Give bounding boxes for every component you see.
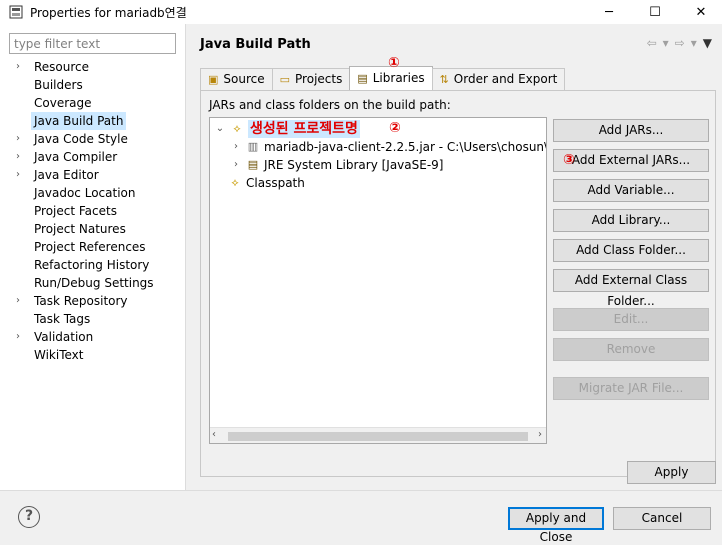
scrollbar-thumb[interactable] [228, 432, 528, 441]
scroll-right-icon[interactable]: › [538, 429, 542, 440]
eclipse-app-icon [9, 5, 23, 19]
tab-order-and-export[interactable]: ⇅ Order and Export [431, 68, 566, 90]
add-library-button[interactable]: Add Library... [553, 209, 709, 232]
back-dropdown-icon[interactable]: ▾ [663, 36, 669, 50]
expand-arrow-icon[interactable]: › [16, 148, 20, 166]
add-class-folder-button[interactable]: Add Class Folder... [553, 239, 709, 262]
library-entry-label: JRE System Library [JavaSE-9] [264, 158, 444, 172]
library-entry-row[interactable]: › ▤ JRE System Library [JavaSE-9] [230, 156, 443, 174]
filter-input[interactable] [9, 33, 176, 54]
sidebar-item-java-compiler[interactable]: › Java Compiler [0, 148, 186, 166]
close-icon: ✕ [695, 4, 707, 20]
project-name-label: 생성된 프로젝트명 [248, 120, 360, 138]
maximize-icon: ☐ [649, 4, 661, 20]
classpath-label: Classpath [246, 176, 305, 190]
libraries-icon: ▤ [357, 72, 368, 85]
classpath-row[interactable]: ⟡ Classpath [228, 174, 305, 192]
expand-arrow-icon[interactable]: › [16, 292, 20, 310]
sidebar-item-builders[interactable]: Builders [0, 76, 186, 94]
tab-projects[interactable]: ▭ Projects [271, 68, 351, 90]
cancel-button[interactable]: Cancel [613, 507, 711, 530]
sidebar-item-project-natures[interactable]: Project Natures [0, 220, 186, 238]
forward-arrow-icon[interactable]: ⇨ [675, 36, 685, 50]
library-entry-label: mariadb-java-client-2.2.5.jar - C:\Users… [264, 140, 547, 154]
sidebar-item-run-debug-settings[interactable]: Run/Debug Settings [0, 274, 186, 292]
project-row[interactable]: ⌄ ⟡ 생성된 프로젝트명 [214, 120, 360, 138]
horizontal-scrollbar[interactable]: ‹ › [210, 427, 546, 443]
sidebar-item-validation[interactable]: › Validation [0, 328, 186, 346]
add-variable-button[interactable]: Add Variable... [553, 179, 709, 202]
migrate-jar-button[interactable]: Migrate JAR File... [553, 377, 709, 400]
sidebar-item-task-tags[interactable]: Task Tags [0, 310, 186, 328]
maximize-button[interactable]: ☐ [632, 0, 678, 24]
sidebar-item-task-repository[interactable]: › Task Repository [0, 292, 186, 310]
minimize-button[interactable]: ─ [586, 0, 632, 24]
java-build-path-page: Java Build Path ⇦ ▾ ⇨ ▾ ▼ ▣ Source ▭ Proje… [187, 24, 722, 490]
classpath-icon: ⟡ [231, 176, 239, 189]
expand-arrow-icon[interactable]: › [230, 138, 242, 156]
view-menu-icon[interactable]: ▼ [703, 36, 712, 50]
add-external-class-folder-button[interactable]: Add External Class Folder... [553, 269, 709, 308]
page-title: Java Build Path [200, 37, 311, 52]
source-folder-icon: ▣ [208, 73, 219, 86]
properties-navigation-pane: ›Resource Builders Coverage Java Build P… [0, 24, 186, 490]
apply-and-close-button[interactable]: Apply and Close [508, 507, 604, 544]
help-icon[interactable]: ? [18, 506, 40, 528]
sidebar-item-java-build-path[interactable]: Java Build Path [0, 112, 186, 130]
forward-dropdown-icon[interactable]: ▾ [691, 36, 697, 50]
title-bar: Properties for mariadb연결 ─ ☐ ✕ [0, 0, 722, 24]
expand-arrow-icon[interactable]: › [16, 130, 20, 148]
libraries-caption: JARs and class folders on the build path… [209, 98, 451, 112]
jre-library-icon: ▤ [247, 158, 259, 171]
sidebar-item-resource[interactable]: › Resource [0, 58, 186, 76]
add-jars-button[interactable]: Add JARs... [553, 119, 709, 142]
window-title: Properties for mariadb연결 [30, 5, 187, 20]
sidebar-item-project-facets[interactable]: Project Facets [0, 202, 186, 220]
annotation-marker-1: ① [388, 55, 400, 71]
back-arrow-icon[interactable]: ⇦ [647, 36, 657, 50]
sidebar-item-coverage[interactable]: Coverage [0, 94, 186, 112]
close-button[interactable]: ✕ [678, 0, 722, 24]
order-export-icon: ⇅ [439, 73, 449, 86]
page-navigation: ⇦ ▾ ⇨ ▾ ▼ [647, 36, 712, 50]
sidebar-item-wikitext[interactable]: WikiText [0, 346, 186, 364]
scroll-left-icon[interactable]: ‹ [212, 429, 216, 440]
projects-folder-icon: ▭ [279, 73, 291, 86]
annotation-marker-2: ② [389, 120, 401, 136]
apply-button[interactable]: Apply [627, 461, 716, 484]
expand-arrow-icon[interactable]: › [16, 166, 20, 184]
edit-button[interactable]: Edit... [553, 308, 709, 331]
libraries-tree[interactable]: ⌄ ⟡ 생성된 프로젝트명 › ▥ mariadb-java-client-2.… [209, 117, 547, 444]
properties-tree: › Resource Builders Coverage Java Build P… [0, 58, 186, 364]
build-path-tabs: ▣ Source ▭ Projects ▤ Libraries ⇅ Order and … [200, 66, 566, 90]
minimize-icon: ─ [605, 4, 613, 20]
sidebar-item-refactoring-history[interactable]: Refactoring History [0, 256, 186, 274]
tab-source[interactable]: ▣ Source [200, 68, 273, 90]
expand-arrow-icon[interactable]: › [16, 328, 20, 346]
remove-button[interactable]: Remove [553, 338, 709, 361]
sidebar-item-project-references[interactable]: Project References [0, 238, 186, 256]
library-entry-row[interactable]: › ▥ mariadb-java-client-2.2.5.jar - C:\U… [230, 138, 547, 156]
sidebar-item-java-code-style[interactable]: › Java Code Style [0, 130, 186, 148]
expand-arrow-icon[interactable]: › [230, 156, 242, 174]
add-external-jars-button[interactable]: Add External JARs... [553, 149, 709, 172]
sidebar-item-java-editor[interactable]: › Java Editor [0, 166, 186, 184]
expand-arrow-icon[interactable]: › [16, 58, 20, 76]
jar-file-icon: ▥ [247, 140, 259, 153]
annotation-marker-3: ③ [563, 152, 575, 168]
dialog-button-bar: ? Apply and Close Cancel [0, 490, 722, 545]
classpath-container-icon: ⟡ [233, 122, 241, 135]
collapse-arrow-icon[interactable]: ⌄ [214, 120, 226, 138]
libraries-tab-panel: JARs and class folders on the build path… [200, 90, 716, 477]
sidebar-item-javadoc-location[interactable]: Javadoc Location [0, 184, 186, 202]
